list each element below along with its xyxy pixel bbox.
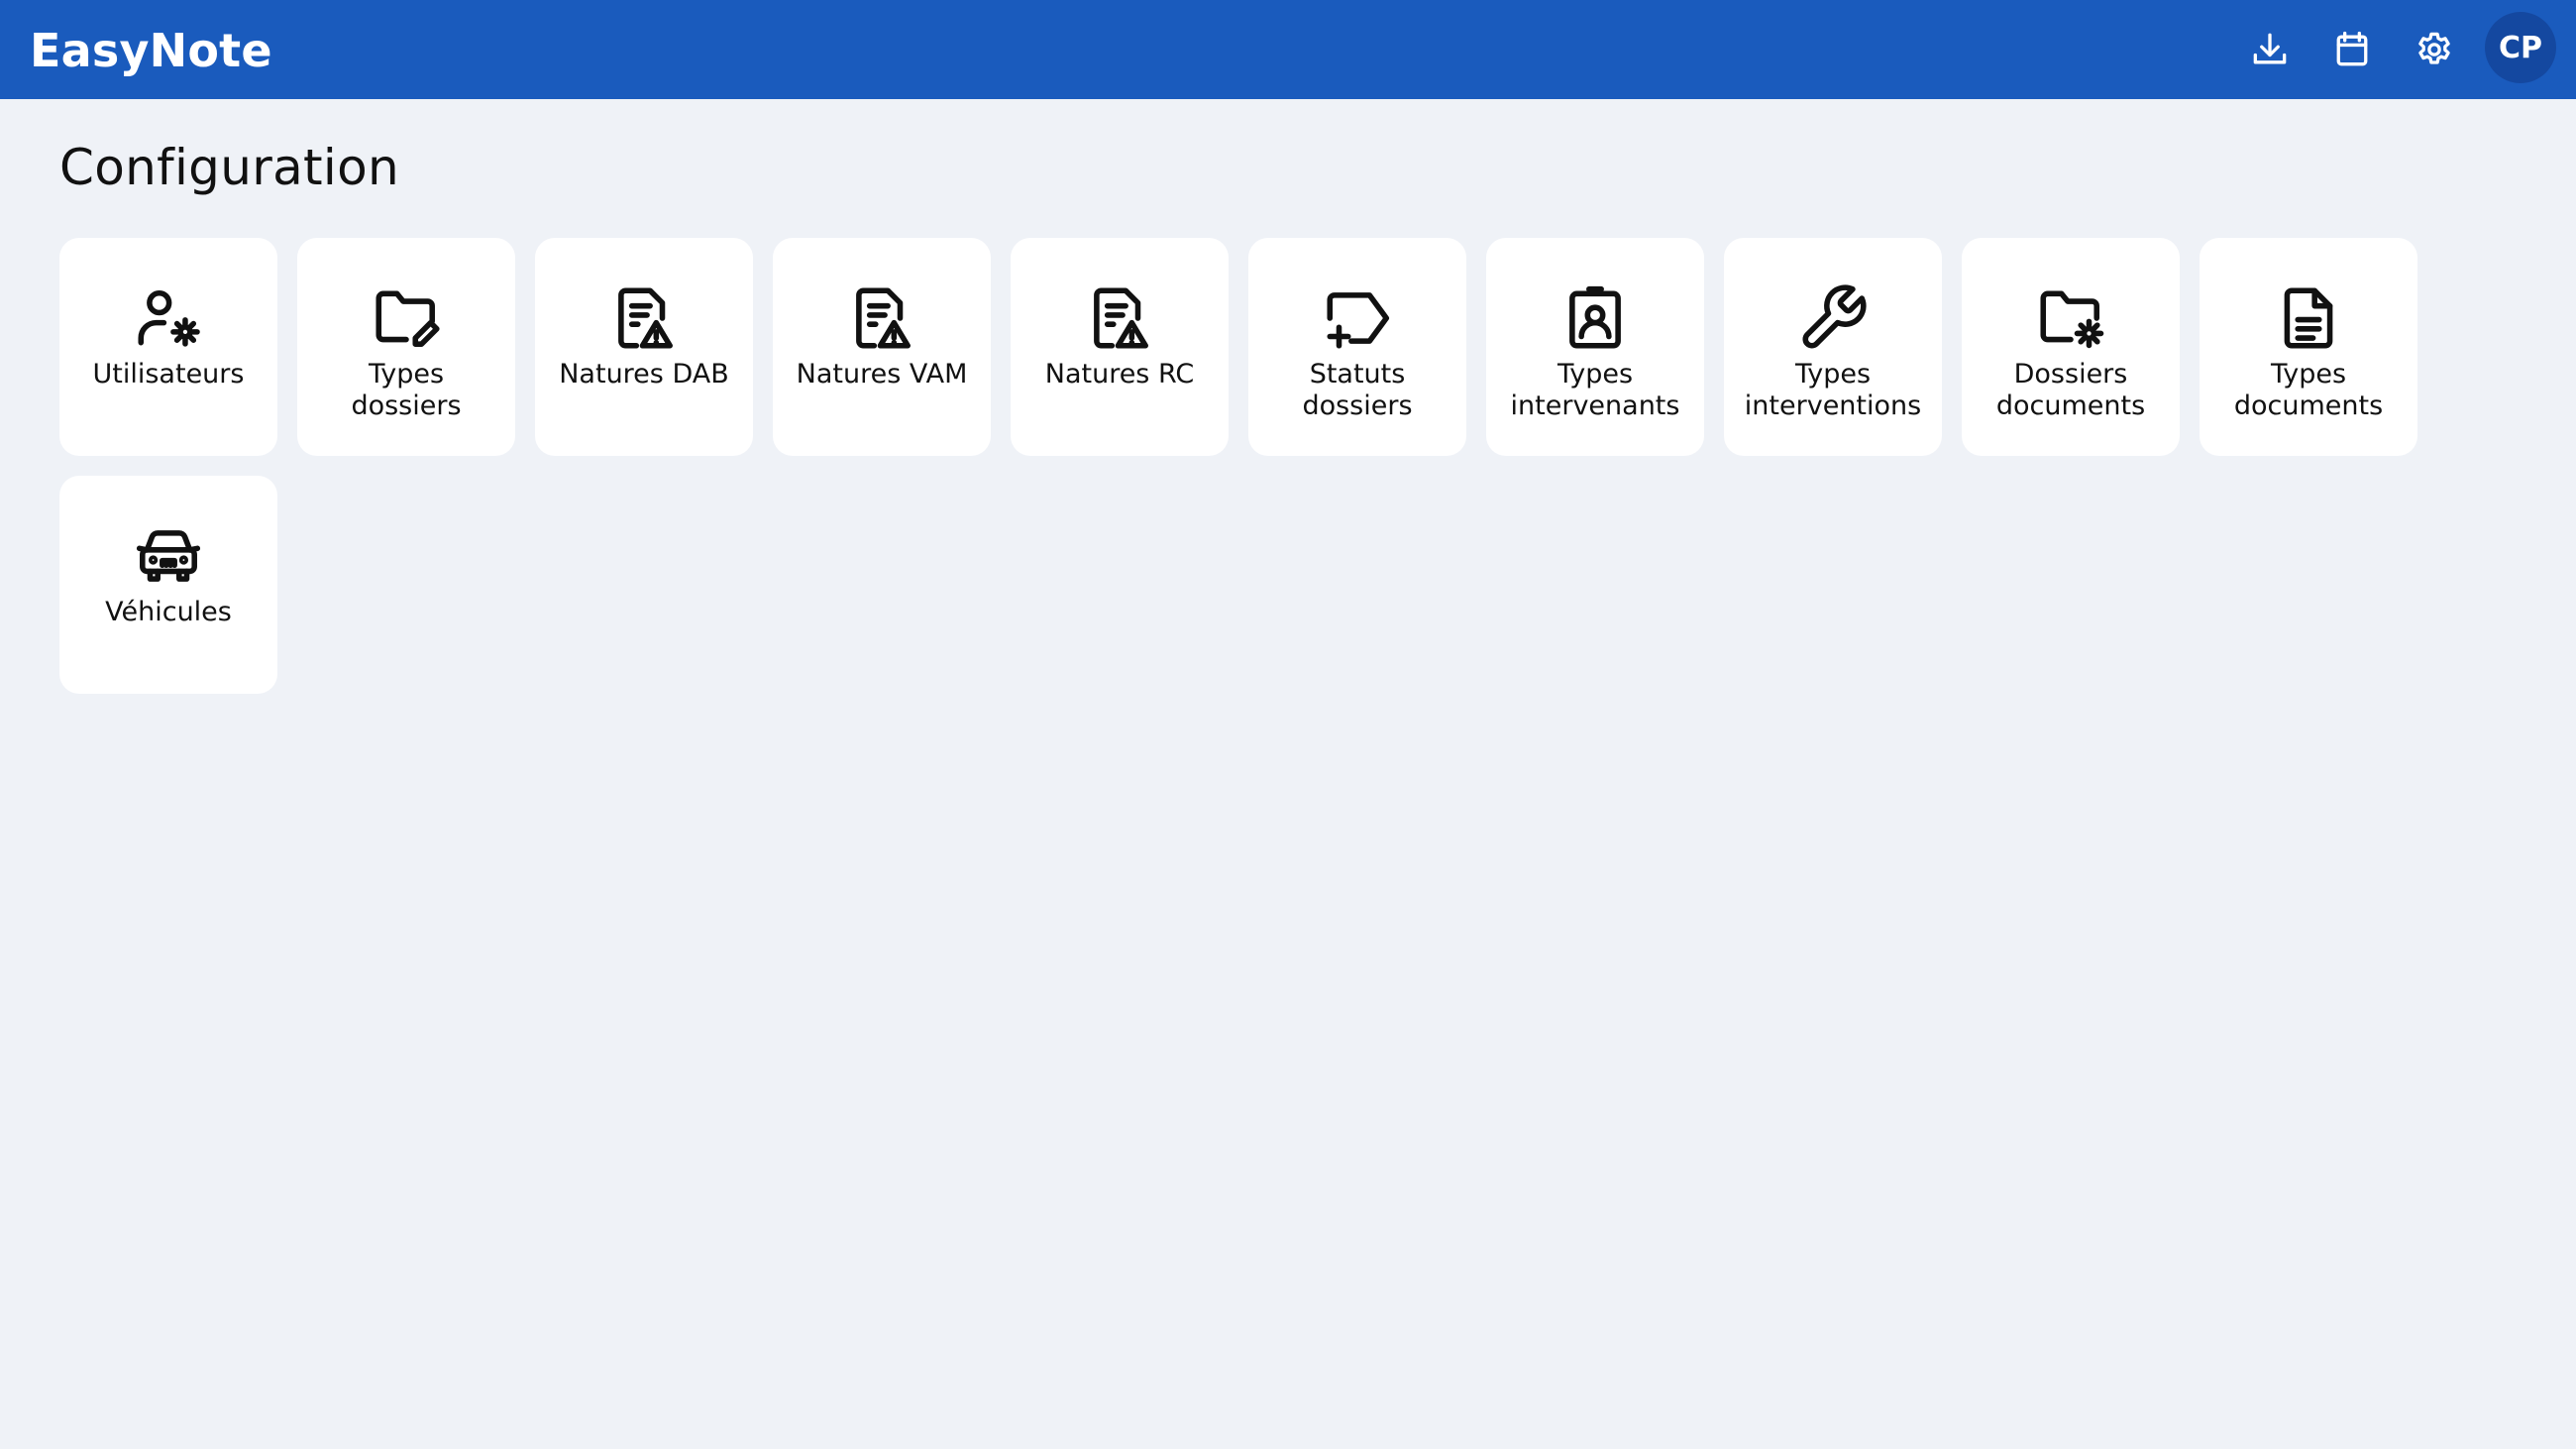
- tile-label: Véhicules: [105, 597, 232, 627]
- folder-settings-icon: [2032, 279, 2109, 357]
- tag-add-icon: [1319, 279, 1396, 357]
- tile-label: Types intervenants: [1510, 359, 1680, 421]
- tile-natures-vam[interactable]: Natures VAM: [773, 238, 991, 456]
- document-icon: [2270, 279, 2347, 357]
- tile-label: Dossiers documents: [1995, 359, 2146, 421]
- tile-label: Types interventions: [1744, 359, 1922, 421]
- tile-types-interventions[interactable]: Types interventions: [1724, 238, 1942, 456]
- settings-icon[interactable]: [2410, 25, 2459, 74]
- user-avatar[interactable]: CP: [2485, 12, 2556, 83]
- tile-label: Types documents: [2233, 359, 2384, 421]
- page-title: Configuration: [59, 139, 399, 196]
- tile-natures-rc[interactable]: Natures RC: [1011, 238, 1229, 456]
- tile-dossiers-documents[interactable]: Dossiers documents: [1962, 238, 2180, 456]
- tile-label: Utilisateurs: [92, 359, 245, 390]
- user-settings-icon: [130, 279, 207, 357]
- tile-types-documents[interactable]: Types documents: [2200, 238, 2417, 456]
- tile-label: Natures RC: [1044, 359, 1195, 390]
- app-title[interactable]: EasyNote: [30, 0, 272, 99]
- car-icon: [130, 517, 207, 595]
- tile-natures-dab[interactable]: Natures DAB: [535, 238, 753, 456]
- tile-label: Natures VAM: [796, 359, 968, 390]
- top-app-bar: EasyNote CP: [0, 0, 2576, 99]
- wrench-icon: [1794, 279, 1872, 357]
- document-warning-icon: [1081, 279, 1158, 357]
- tile-label: Statuts dossiers: [1302, 359, 1413, 421]
- calendar-icon[interactable]: [2327, 25, 2377, 74]
- document-warning-icon: [605, 279, 683, 357]
- tile-vehicules[interactable]: Véhicules: [59, 476, 277, 694]
- tile-statuts-dossiers[interactable]: Statuts dossiers: [1248, 238, 1466, 456]
- folder-edit-icon: [368, 279, 445, 357]
- tile-types-intervenants[interactable]: Types intervenants: [1486, 238, 1704, 456]
- download-icon[interactable]: [2245, 25, 2295, 74]
- tile-label: Natures DAB: [559, 359, 729, 390]
- document-warning-icon: [843, 279, 920, 357]
- tile-utilisateurs[interactable]: Utilisateurs: [59, 238, 277, 456]
- tile-types-dossiers[interactable]: Types dossiers: [297, 238, 515, 456]
- tile-label: Types dossiers: [351, 359, 462, 421]
- contact-badge-icon: [1556, 279, 1634, 357]
